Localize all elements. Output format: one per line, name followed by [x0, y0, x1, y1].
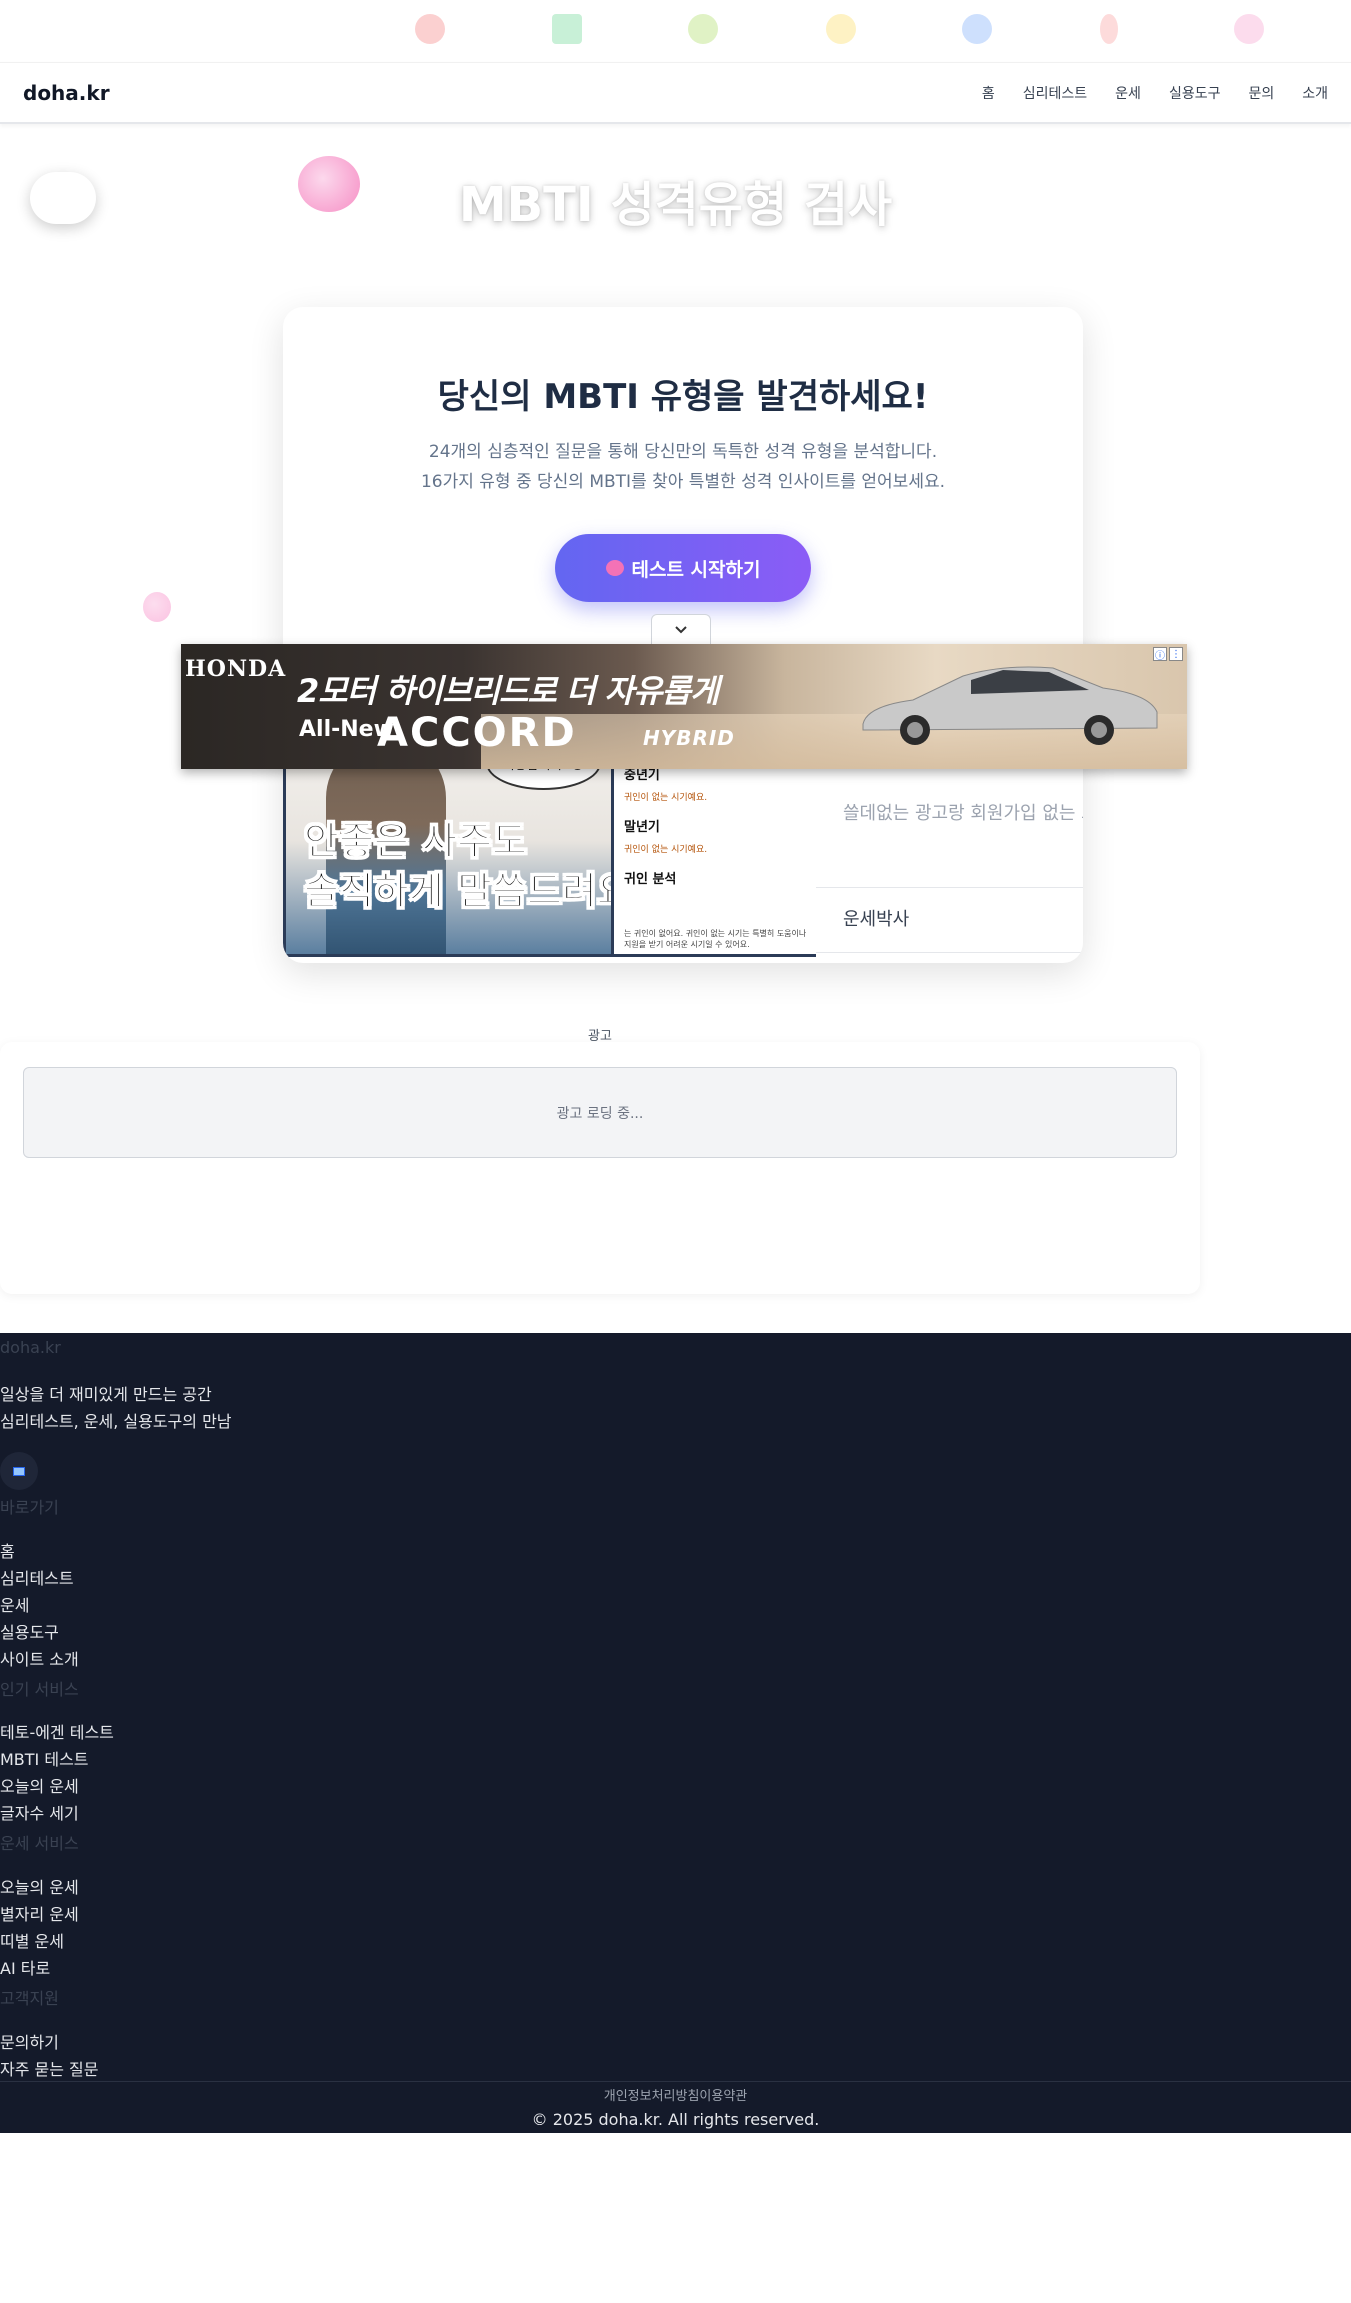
footer-link-tools[interactable]: 실용도구 [0, 1619, 59, 1643]
ad-model-suffix: HYBRID [643, 726, 735, 750]
footer-link-faq[interactable]: 자주 묻는 질문 [0, 2056, 99, 2080]
copyright: © 2025 doha.kr. All rights reserved. [531, 2110, 820, 2129]
anchor-ad-banner[interactable]: HONDA 2모터 하이브리드로 더 자유롭게 All-New ACCORD H… [181, 644, 1187, 769]
footer-link-ai-tarot[interactable]: AI 타로 [0, 1955, 50, 1979]
promo-headline-line: 안좋은 사주도 [304, 819, 528, 864]
promo-sub-text: 귀인이 없는 시기예요. [624, 793, 708, 803]
nav-menu: 홈 심리테스트 운세 실용도구 문의 소개 [982, 83, 1328, 103]
footer-legal-links: 개인정보처리방침이용약관 [0, 2085, 1351, 2104]
ad-close-icon[interactable]: ⋮ [1169, 647, 1183, 661]
footer-divider [0, 2081, 1351, 2082]
promo-source[interactable]: 운세박사 [843, 905, 909, 931]
nav-item-tools[interactable]: 실용도구 [1169, 83, 1221, 103]
promo-sub-text: 귀인이 없는 시기예요. [624, 845, 708, 855]
promo-description[interactable]: 쓸데없는 광고랑 회원가입 없는 고 [843, 799, 1083, 825]
footer-tagline: 심리테스트, 운세, 실용도구의 만남 [0, 1412, 232, 1431]
chart-icon [552, 14, 582, 44]
card-desc-line: 24개의 심층적인 질문을 통해 당신만의 독특한 성격 유형을 분석합니다. [428, 442, 938, 462]
card-description: 24개의 심층적인 질문을 통해 당신만의 독특한 성격 유형을 분석합니다. … [283, 437, 1083, 497]
ad-info-icon[interactable]: ⓘ [1153, 647, 1167, 662]
footer-heading-site: doha.kr [0, 1338, 61, 1357]
ad-collapse-button[interactable] [651, 614, 711, 644]
footer-heading-menu: 바로가기 [0, 1498, 59, 1517]
email-icon[interactable] [0, 1452, 38, 1490]
brain-icon [143, 592, 171, 622]
car-image [862, 666, 1158, 745]
navbar: doha.kr 홈 심리테스트 운세 실용도구 문의 소개 [0, 62, 1351, 124]
footer-link-fortune[interactable]: 운세 [0, 1592, 29, 1616]
chevron-down-icon [675, 625, 687, 633]
nav-item-psych-test[interactable]: 심리테스트 [1023, 83, 1087, 103]
footer-link-chinese-zodiac[interactable]: 띠별 운세 [0, 1928, 64, 1952]
footer-link-about[interactable]: 사이트 소개 [0, 1646, 79, 1670]
terms-link[interactable]: 이용약관 [699, 2089, 747, 2104]
footer-link-mbti[interactable]: MBTI 테스트 [0, 1746, 89, 1770]
brain-icon [605, 560, 624, 576]
ad-headline: 2모터 하이브리드로 더 자유롭게 [297, 672, 719, 710]
promo-label: 말년기 [624, 820, 660, 835]
footer-tagline: 일상을 더 재미있게 만드는 공간 [0, 1385, 212, 1404]
footer-link-char-count[interactable]: 글자수 세기 [0, 1800, 79, 1824]
divider [816, 952, 1083, 953]
footer-heading-popular: 인기 서비스 [0, 1680, 79, 1699]
nav-item-about[interactable]: 소개 [1302, 83, 1328, 103]
promo-headline: 안좋은 사주도 솔직하게 말씀드려요.. [304, 816, 662, 916]
footer-link-home[interactable]: 홈 [0, 1538, 15, 1562]
bulb-icon [826, 14, 856, 44]
nav-item-home[interactable]: 홈 [982, 83, 995, 103]
divider [816, 887, 1083, 888]
ad-loading-placeholder: 광고 로딩 중... [23, 1067, 1177, 1158]
start-test-button[interactable]: 테스트 시작하기 [555, 534, 811, 602]
target-icon [415, 14, 445, 44]
footer-link-teto-egen[interactable]: 테토-에겐 테스트 [0, 1719, 114, 1743]
footer-link-daily-fortune[interactable]: 오늘의 운세 [0, 1874, 79, 1898]
privacy-policy-link[interactable]: 개인정보처리방침 [604, 2089, 700, 2104]
footer-heading-fortune: 운세 서비스 [0, 1834, 79, 1853]
card-title: 당신의 MBTI 유형을 발견하세요! [437, 377, 929, 417]
brain-icon [1234, 14, 1264, 44]
ad-controls: ⓘ ⋮ [1153, 647, 1183, 662]
promo-label: 귀인 분석 [624, 872, 677, 887]
promo-small-text: 는 귀인이 없어요. 귀인이 없는 시기는 특별히 도움이나 지원을 받기 어려… [624, 929, 807, 949]
ad-brand: HONDA [185, 656, 287, 682]
bolt-icon [1100, 14, 1118, 44]
footer-link-psych-test[interactable]: 심리테스트 [0, 1565, 74, 1589]
card-desc-line: 16가지 유형 중 당신의 MBTI를 찾아 특별한 성격 인사이트를 얻어보세… [420, 472, 946, 492]
footer-heading-support: 고객지원 [0, 1989, 59, 2008]
magnifier-icon [962, 14, 992, 44]
puzzle-icon [688, 14, 718, 44]
start-test-label: 테스트 시작하기 [631, 558, 761, 581]
promo-headline-line: 솔직하게 말씀드려요.. [304, 869, 662, 914]
footer-link-contact[interactable]: 문의하기 [0, 2029, 59, 2053]
site-logo[interactable]: doha.kr [23, 81, 110, 105]
footer-link-daily-fortune[interactable]: 오늘의 운세 [0, 1773, 79, 1797]
nav-item-fortune[interactable]: 운세 [1115, 83, 1141, 103]
nav-item-contact[interactable]: 문의 [1248, 83, 1274, 103]
page-title: MBTI 성격유형 검사 [458, 177, 893, 233]
ad-model: ACCORD [377, 710, 577, 756]
ad-container: 광고 로딩 중... [0, 1042, 1200, 1294]
top-icon-strip [0, 0, 1351, 62]
footer [0, 1333, 1351, 2133]
footer-link-zodiac[interactable]: 별자리 운세 [0, 1901, 79, 1925]
